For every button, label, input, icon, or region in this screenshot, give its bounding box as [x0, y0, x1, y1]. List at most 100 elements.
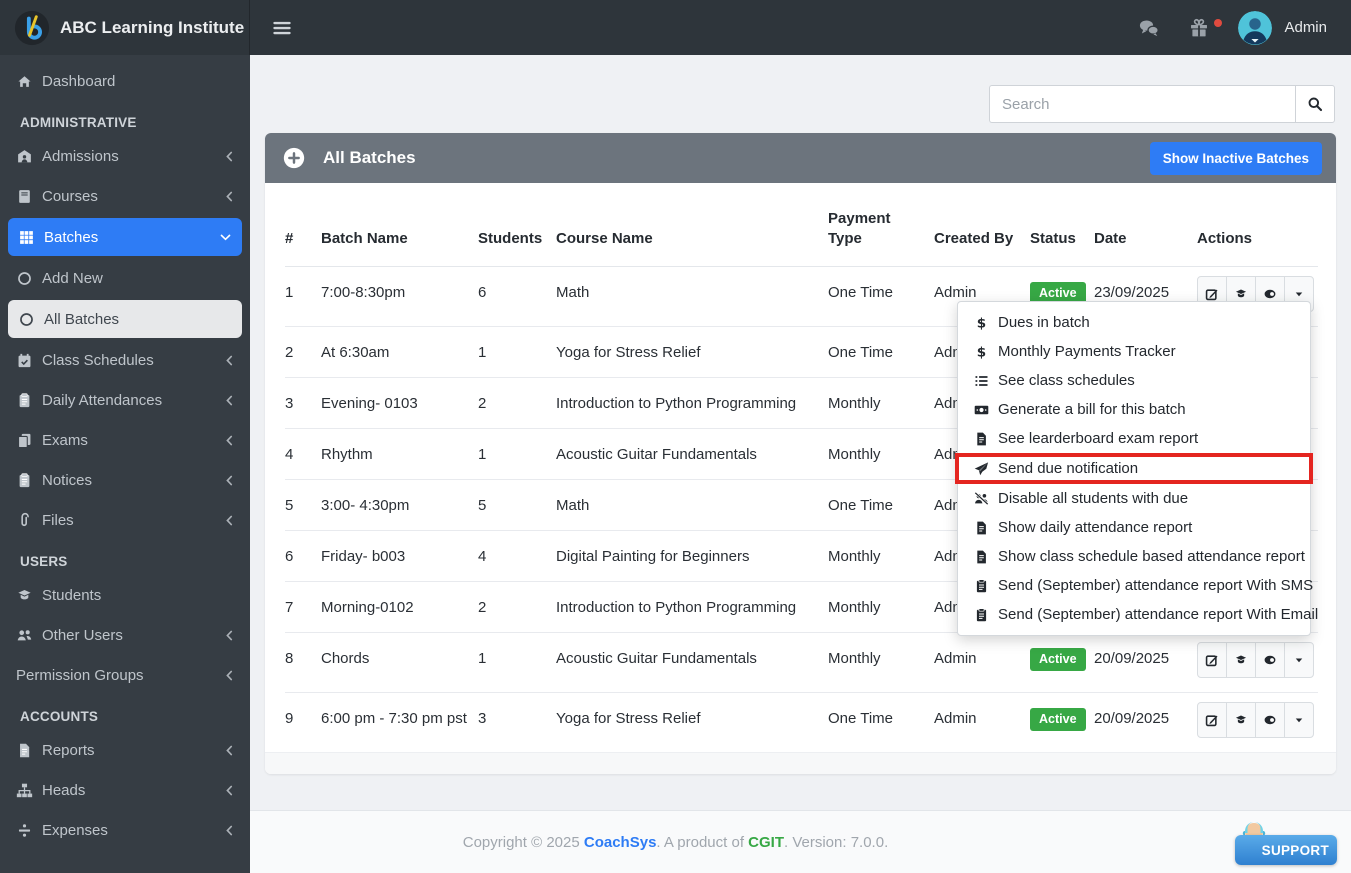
cell-payment-type: One Time	[828, 496, 894, 514]
sidebar-item-heads[interactable]: Heads	[0, 770, 250, 810]
sidebar-item-permission-groups[interactable]: Permission Groups	[0, 655, 250, 695]
cell-payment-type: Monthly	[828, 649, 881, 667]
sidebar-item-exams[interactable]: Exams	[0, 420, 250, 460]
search-group	[989, 85, 1335, 123]
sidebar-item-expenses[interactable]: Expenses	[0, 810, 250, 850]
menu-item-show-class-schedule-based-attendance-report[interactable]: Show class schedule based attendance rep…	[958, 542, 1310, 571]
menu-item-label: Send due notification	[998, 460, 1139, 477]
menu-item-send-september-attendance-report-with-sms[interactable]: Send (September) attendance report With …	[958, 571, 1314, 600]
chevron-left-icon	[223, 190, 236, 203]
toggle-status-button[interactable]	[1255, 641, 1285, 678]
cell-batch-name: Evening- 0103	[321, 394, 418, 412]
chevron-left-icon	[223, 784, 236, 797]
sidebar-item-daily-attendances[interactable]: Daily Attendances	[0, 380, 250, 420]
cell-status: Active	[1030, 633, 1094, 686]
edit-batch-button[interactable]	[1197, 701, 1227, 738]
menu-item-show-daily-attendance-report[interactable]: Show daily attendance report	[958, 513, 1310, 542]
student-icon	[1234, 713, 1248, 727]
menu-item-disable-all-students-with-due[interactable]: Disable all students with due	[958, 484, 1310, 513]
cell-status: Active	[1030, 693, 1094, 746]
cell-course-name: Introduction to Python Programming	[556, 394, 797, 412]
sidebar-item-courses[interactable]: Courses	[0, 176, 250, 216]
brand[interactable]: ABC Learning Institute	[0, 0, 250, 55]
sidebar-item-notices[interactable]: Notices	[0, 460, 250, 500]
cell-batch-name: Rhythm	[321, 445, 373, 463]
menu-item-send-due-notification[interactable]: Send due notification	[955, 453, 1313, 484]
sidebar-item-admissions[interactable]: Admissions	[0, 136, 250, 176]
sidebar-item-label: Dashboard	[42, 72, 116, 90]
column-header-students: Students	[478, 230, 543, 248]
menu-item-send-september-attendance-report-with-email[interactable]: Send (September) attendance report With …	[958, 600, 1318, 629]
cell-course-name: Acoustic Guitar Fundamentals	[556, 649, 757, 667]
cell-students: 5	[478, 496, 487, 514]
gift-icon[interactable]	[1188, 17, 1223, 39]
menu-item-see-learderboard-exam-report[interactable]: See learderboard exam report	[958, 424, 1310, 453]
cell-batch-name: Friday- b003	[321, 547, 406, 565]
chat-icon[interactable]	[1138, 17, 1160, 39]
page-title: All Batches	[323, 148, 416, 167]
menu-item-label: See learderboard exam report	[998, 430, 1199, 447]
sidebar-item-label: Batches	[44, 228, 99, 246]
cell-course-name: Digital Painting for Beginners	[556, 547, 750, 565]
users-icon	[16, 627, 33, 644]
column-header-course-name: Course Name	[556, 230, 653, 248]
sidebar-item-other-users[interactable]: Other Users	[0, 615, 250, 655]
sidebar-item-files[interactable]: Files	[0, 500, 250, 540]
more-actions-button[interactable]	[1284, 701, 1314, 738]
chevron-left-icon	[223, 434, 236, 447]
search-row	[250, 55, 1351, 133]
cell-payment-type: Monthly	[828, 598, 881, 616]
support-widget[interactable]: SUPPORT	[1235, 819, 1337, 865]
sidebar-item-class-schedules[interactable]: Class Schedules	[0, 340, 250, 380]
search-button[interactable]	[1295, 85, 1335, 123]
sidebar-item-label: Reports	[42, 741, 95, 759]
search-input[interactable]	[989, 85, 1295, 123]
file-report-icon	[972, 520, 991, 536]
menu-item-see-class-schedules[interactable]: See class schedules	[958, 366, 1310, 395]
edit-icon	[1205, 653, 1219, 667]
copyright-text: Copyright © 2025 CoachSys. A product of …	[462, 833, 889, 851]
sidebar-item-dashboard[interactable]: Dashboard	[0, 61, 250, 101]
menu-item-monthly-payments-tracker[interactable]: $ Monthly Payments Tracker	[958, 337, 1310, 366]
chevron-left-icon	[223, 394, 236, 407]
sidebar-item-students[interactable]: Students	[0, 575, 250, 615]
cell-course-name: Introduction to Python Programming	[556, 598, 797, 616]
sidebar-item-reports[interactable]: Reports	[0, 730, 250, 770]
cell-index: 5	[285, 496, 294, 514]
cell-students: 3	[478, 709, 487, 727]
edit-batch-button[interactable]	[1197, 641, 1227, 678]
file-report-icon	[972, 431, 991, 447]
paperclip-icon	[16, 512, 33, 529]
sidebar-item-label: Permission Groups	[16, 666, 144, 684]
cgit-link[interactable]: CGIT	[748, 834, 784, 851]
menu-item-generate-a-bill-for-this-batch[interactable]: Generate a bill for this batch	[958, 395, 1310, 424]
sidebar-item-batches[interactable]: Batches	[8, 218, 242, 256]
batch-students-button[interactable]	[1226, 641, 1256, 678]
batch-students-button[interactable]	[1226, 701, 1256, 738]
sidebar-item-add-new[interactable]: Add New	[0, 258, 250, 298]
coachsys-link[interactable]: CoachSys	[584, 834, 657, 851]
money-bill-icon	[972, 402, 991, 418]
copy-icon	[16, 432, 33, 449]
cell-index: 9	[285, 709, 294, 727]
show-inactive-batches-button[interactable]: Show Inactive Batches	[1149, 141, 1322, 175]
avatar[interactable]	[1238, 10, 1273, 45]
sidebar-item-all-batches[interactable]: All Batches	[8, 300, 242, 338]
toggle-status-button[interactable]	[1255, 701, 1285, 738]
menu-item-label: Send (September) attendance report With …	[998, 577, 1314, 594]
add-batch-plus-icon[interactable]	[283, 147, 305, 169]
sidebar-toggle-hamburger-icon[interactable]	[272, 18, 292, 38]
list-icon	[972, 373, 991, 389]
column-header-payment-type: Payment Type	[828, 210, 891, 248]
menu-item-dues-in-batch[interactable]: $ Dues in batch	[958, 308, 1310, 337]
chevron-left-icon	[223, 514, 236, 527]
support-button[interactable]: SUPPORT	[1235, 835, 1337, 865]
user-menu-label[interactable]: Admin	[1284, 19, 1327, 36]
more-actions-button[interactable]	[1284, 641, 1314, 678]
sidebar-section-administrative: ADMINISTRATIVE	[20, 115, 137, 130]
cell-index: 6	[285, 547, 294, 565]
grid-icon	[18, 229, 35, 246]
table-row: 9 6:00 pm - 7:30 pm pst 3 Yoga for Stress R…	[285, 691, 1318, 752]
cell-batch-name: 7:00-8:30pm	[321, 283, 406, 301]
sidebar-item-label: Students	[42, 586, 102, 604]
